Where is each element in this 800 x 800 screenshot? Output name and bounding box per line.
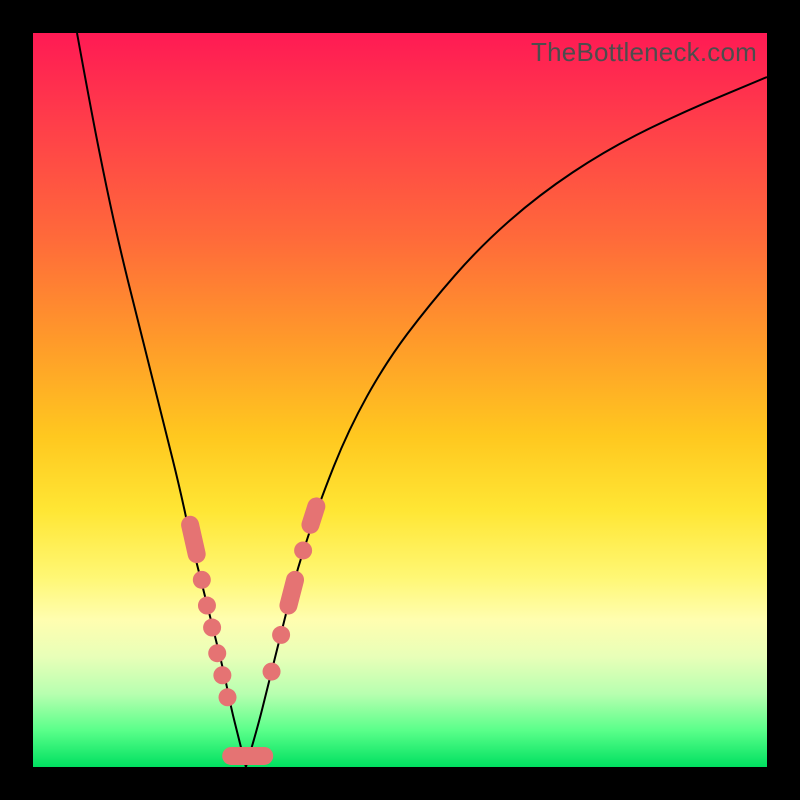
marker-group (190, 506, 316, 765)
marker-dot (272, 626, 290, 644)
marker-pill (222, 747, 273, 765)
marker-segment (190, 525, 197, 554)
right-curve (246, 77, 767, 767)
marker-dot (294, 541, 312, 559)
marker-dot (208, 644, 226, 662)
plot-area: TheBottleneck.com (33, 33, 767, 767)
marker-dot (198, 597, 216, 615)
curve-layer (33, 33, 767, 767)
marker-dot (213, 666, 231, 684)
marker-segment (310, 506, 316, 524)
marker-dot (193, 571, 211, 589)
marker-dot (219, 688, 237, 706)
marker-segment (288, 580, 295, 606)
marker-dot (263, 663, 281, 681)
marker-dot (203, 619, 221, 637)
chart-frame: TheBottleneck.com (0, 0, 800, 800)
